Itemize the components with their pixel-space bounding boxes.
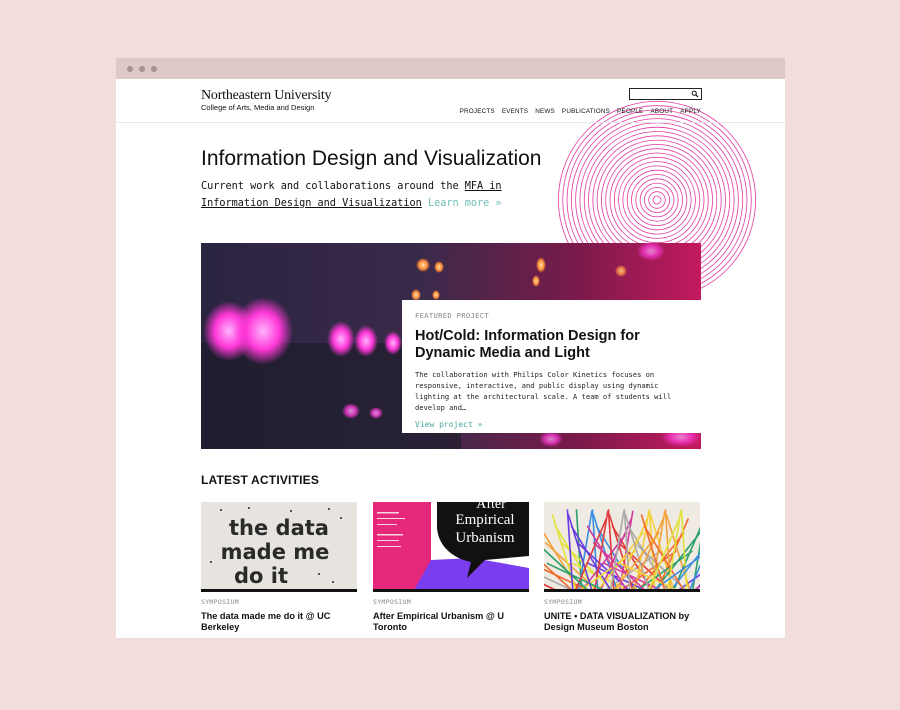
empirical-urbanism-poster: After Empirical Urbanism xyxy=(373,502,529,589)
main-nav: PROJECTS EVENTS NEWS PUBLICATIONS PEOPLE… xyxy=(460,108,701,115)
featured-title[interactable]: Hot/Cold: Information Design for Dynamic… xyxy=(415,328,688,362)
window-dot-icon[interactable] xyxy=(151,66,157,72)
activity-thumbnail[interactable]: the data made me do it xyxy=(201,502,357,592)
colored-rods-image xyxy=(544,502,700,589)
activity-card[interactable]: After Empirical Urbanism SYMPOSIUM After… xyxy=(373,502,529,632)
activity-title[interactable]: UNITE • DATA VISUALIZATION by Design Mus… xyxy=(544,611,700,632)
search-input[interactable] xyxy=(629,88,702,100)
hero-description: Current work and collaborations around t… xyxy=(201,178,531,212)
nav-item-apply[interactable]: APPLY xyxy=(680,108,701,115)
thumb-text-line: the data xyxy=(229,516,329,540)
latest-activities-heading: LATEST ACTIVITIES xyxy=(201,473,320,487)
page-content: Northeastern University College of Arts,… xyxy=(116,79,785,638)
hero-desc-text: Current work and collaborations around t… xyxy=(201,181,465,192)
logo-subtitle[interactable]: College of Arts, Media and Design xyxy=(201,103,314,112)
poster-title-line: Empirical xyxy=(455,512,514,528)
poster-title-line: Urbanism xyxy=(455,530,514,546)
data-made-me-do-it-image: the data made me do it xyxy=(201,502,357,589)
thumb-text-line: made me xyxy=(221,540,330,564)
activity-card[interactable]: SYMPOSIUM UNITE • DATA VISUALIZATION by … xyxy=(544,502,700,632)
featured-description: The collaboration with Philips Color Kin… xyxy=(415,370,672,412)
activity-card[interactable]: the data made me do it SYMPOSIUM The dat… xyxy=(201,502,357,632)
search-icon[interactable] xyxy=(691,90,699,98)
thumb-text-line: do it xyxy=(234,564,288,588)
activity-type: SYMPOSIUM xyxy=(544,598,582,606)
page-title: Information Design and Visualization xyxy=(201,147,542,170)
activity-title[interactable]: After Empirical Urbanism @ U Toronto xyxy=(373,611,529,632)
logo-wordmark[interactable]: Northeastern University xyxy=(201,88,332,104)
browser-window: Northeastern University College of Arts,… xyxy=(116,58,785,638)
window-dot-icon[interactable] xyxy=(139,66,145,72)
poster-title-line: After xyxy=(476,502,506,512)
nav-item-events[interactable]: EVENTS xyxy=(502,108,528,115)
nav-item-projects[interactable]: PROJECTS xyxy=(460,108,495,115)
activity-thumbnail[interactable]: After Empirical Urbanism xyxy=(373,502,529,592)
nav-item-about[interactable]: ABOUT xyxy=(650,108,673,115)
activity-thumbnail[interactable] xyxy=(544,502,700,592)
window-dot-icon[interactable] xyxy=(127,66,133,72)
nav-item-news[interactable]: NEWS xyxy=(535,108,555,115)
featured-project-card: FEATURED PROJECT Hot/Cold: Information D… xyxy=(402,300,701,433)
featured-kicker: FEATURED PROJECT xyxy=(415,311,490,320)
site-header: Northeastern University College of Arts,… xyxy=(116,79,785,123)
activity-title[interactable]: The data made me do it @ UC Berkeley xyxy=(201,611,357,632)
nav-item-publications[interactable]: PUBLICATIONS xyxy=(562,108,610,115)
view-project-link[interactable]: View project » xyxy=(415,420,688,429)
nav-item-people[interactable]: PEOPLE xyxy=(617,108,643,115)
browser-chrome xyxy=(116,58,785,79)
activity-type: SYMPOSIUM xyxy=(201,598,239,606)
learn-more-link[interactable]: Learn more » xyxy=(428,198,502,209)
activity-type: SYMPOSIUM xyxy=(373,598,411,606)
